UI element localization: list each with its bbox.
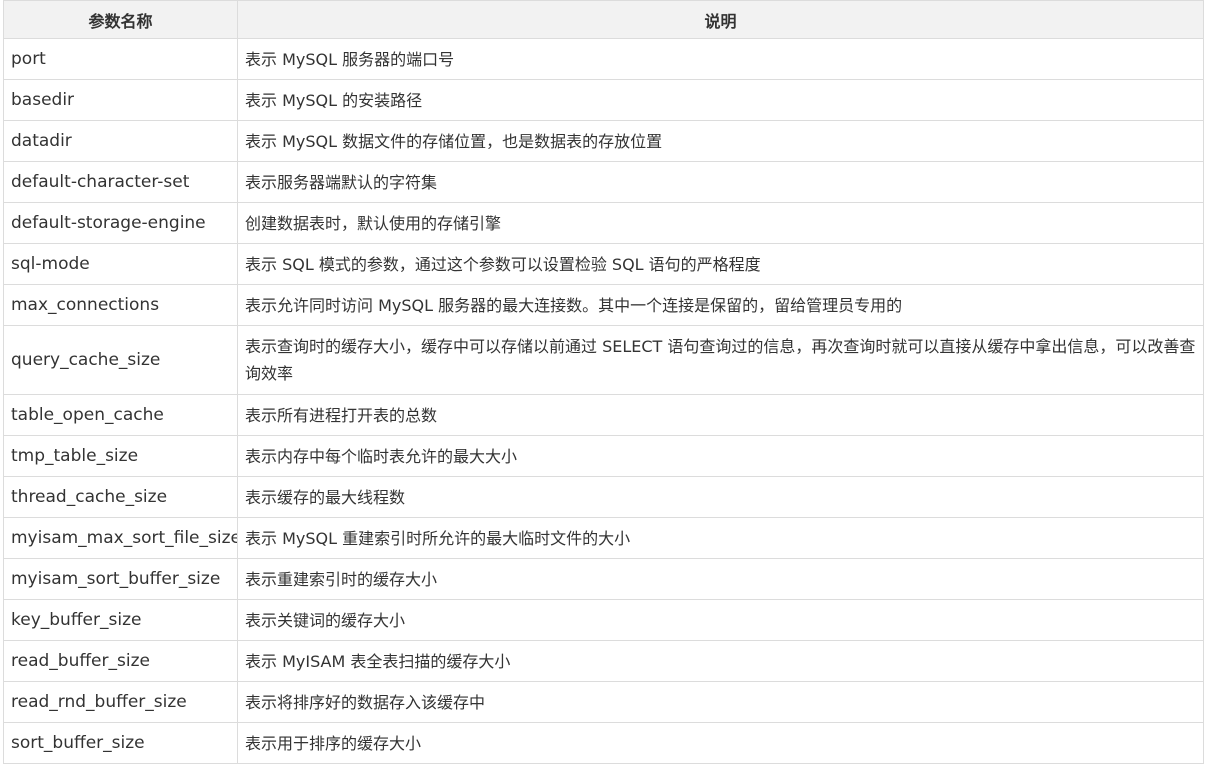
param-name-cell: max_connections xyxy=(3,284,238,326)
param-desc-cell: 表示将排序好的数据存入该缓存中 xyxy=(237,681,1204,723)
param-desc-cell: 表示 MyISAM 表全表扫描的缓存大小 xyxy=(237,640,1204,682)
table-header: 参数名称 说明 xyxy=(3,0,1204,39)
table-row: thread_cache_size 表示缓存的最大线程数 xyxy=(3,476,1204,518)
param-desc-cell: 表示缓存的最大线程数 xyxy=(237,476,1204,518)
param-name-cell: sql-mode xyxy=(3,243,238,285)
table-row: max_connections 表示允许同时访问 MySQL 服务器的最大连接数… xyxy=(3,284,1204,326)
param-name-cell: myisam_sort_buffer_size xyxy=(3,558,238,600)
param-desc-cell: 表示重建索引时的缓存大小 xyxy=(237,558,1204,600)
table-row: default-character-set 表示服务器端默认的字符集 xyxy=(3,161,1204,203)
parameters-table: 参数名称 说明 port 表示 MySQL 服务器的端口号 basedir 表示… xyxy=(3,0,1204,764)
param-name-cell: default-character-set xyxy=(3,161,238,203)
param-desc-cell: 表示服务器端默认的字符集 xyxy=(237,161,1204,203)
param-name-cell: datadir xyxy=(3,120,238,162)
table-row: tmp_table_size 表示内存中每个临时表允许的最大大小 xyxy=(3,435,1204,477)
param-name-cell: sort_buffer_size xyxy=(3,722,238,764)
table-row: basedir 表示 MySQL 的安装路径 xyxy=(3,79,1204,121)
table-row: query_cache_size 表示查询时的缓存大小，缓存中可以存储以前通过 … xyxy=(3,325,1204,395)
param-desc-cell: 表示 MySQL 数据文件的存储位置，也是数据表的存放位置 xyxy=(237,120,1204,162)
param-desc-cell: 表示 MySQL 重建索引时所允许的最大临时文件的大小 xyxy=(237,517,1204,559)
header-description: 说明 xyxy=(237,0,1204,39)
param-desc-cell: 表示内存中每个临时表允许的最大大小 xyxy=(237,435,1204,477)
param-name-cell: tmp_table_size xyxy=(3,435,238,477)
param-desc-cell: 表示 SQL 模式的参数，通过这个参数可以设置检验 SQL 语句的严格程度 xyxy=(237,243,1204,285)
param-name-cell: read_rnd_buffer_size xyxy=(3,681,238,723)
param-desc-cell: 表示用于排序的缓存大小 xyxy=(237,722,1204,764)
param-desc-cell: 表示 MySQL 的安装路径 xyxy=(237,79,1204,121)
param-name-cell: read_buffer_size xyxy=(3,640,238,682)
param-name-cell: key_buffer_size xyxy=(3,599,238,641)
param-name-cell: query_cache_size xyxy=(3,325,238,395)
table-row: sort_buffer_size 表示用于排序的缓存大小 xyxy=(3,722,1204,764)
table-row: port 表示 MySQL 服务器的端口号 xyxy=(3,38,1204,80)
table-row: read_rnd_buffer_size 表示将排序好的数据存入该缓存中 xyxy=(3,681,1204,723)
param-desc-cell: 表示 MySQL 服务器的端口号 xyxy=(237,38,1204,80)
table-row: datadir 表示 MySQL 数据文件的存储位置，也是数据表的存放位置 xyxy=(3,120,1204,162)
param-name-cell: default-storage-engine xyxy=(3,202,238,244)
header-row: 参数名称 说明 xyxy=(3,0,1204,39)
table-row: read_buffer_size 表示 MyISAM 表全表扫描的缓存大小 xyxy=(3,640,1204,682)
param-desc-cell: 表示允许同时访问 MySQL 服务器的最大连接数。其中一个连接是保留的，留给管理… xyxy=(237,284,1204,326)
param-desc-cell: 表示查询时的缓存大小，缓存中可以存储以前通过 SELECT 语句查询过的信息，再… xyxy=(237,325,1204,395)
header-param-name: 参数名称 xyxy=(3,0,238,39)
param-desc-cell: 创建数据表时，默认使用的存储引擎 xyxy=(237,202,1204,244)
table-row: key_buffer_size 表示关键词的缓存大小 xyxy=(3,599,1204,641)
table-row: table_open_cache 表示所有进程打开表的总数 xyxy=(3,394,1204,436)
param-name-cell: table_open_cache xyxy=(3,394,238,436)
param-name-cell: port xyxy=(3,38,238,80)
table-row: sql-mode 表示 SQL 模式的参数，通过这个参数可以设置检验 SQL 语… xyxy=(3,243,1204,285)
table-row: default-storage-engine 创建数据表时，默认使用的存储引擎 xyxy=(3,202,1204,244)
table-body: port 表示 MySQL 服务器的端口号 basedir 表示 MySQL 的… xyxy=(3,38,1204,764)
param-name-cell: myisam_max_sort_file_size xyxy=(3,517,238,559)
table-row: myisam_max_sort_file_size 表示 MySQL 重建索引时… xyxy=(3,517,1204,559)
param-name-cell: basedir xyxy=(3,79,238,121)
param-desc-cell: 表示关键词的缓存大小 xyxy=(237,599,1204,641)
param-desc-cell: 表示所有进程打开表的总数 xyxy=(237,394,1204,436)
table-row: myisam_sort_buffer_size 表示重建索引时的缓存大小 xyxy=(3,558,1204,600)
param-name-cell: thread_cache_size xyxy=(3,476,238,518)
